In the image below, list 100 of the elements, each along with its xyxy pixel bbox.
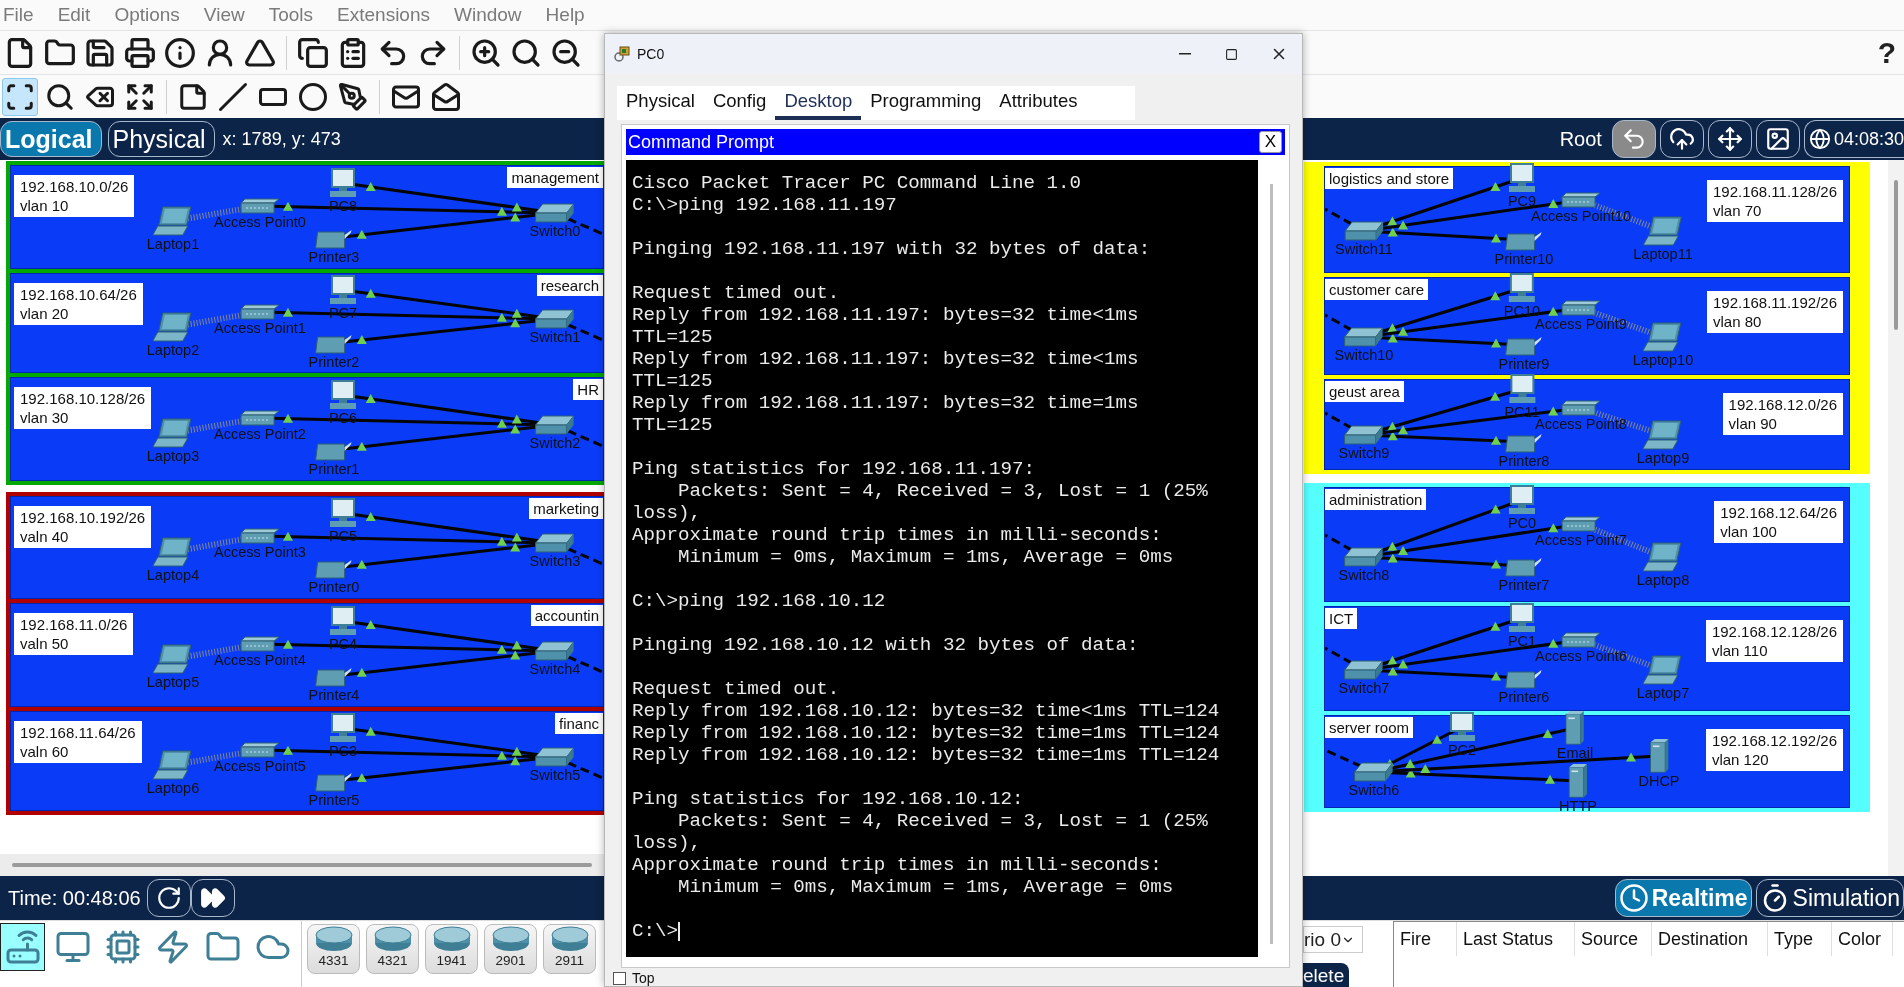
dialog-tab[interactable]: Attributes [990,86,1087,120]
model-button[interactable]: 4331 [307,924,360,974]
device-label: Switch3 [529,553,581,569]
subnet-text: 192.168.11.0/26 [20,615,128,634]
vlan-text: valn 40 [20,527,70,546]
menu-item[interactable]: Options [114,4,180,26]
device-label: Laptop7 [1636,685,1690,701]
subnet-text: 192.168.12.0/26 [1728,395,1837,414]
subnet-text: 192.168.11.128/26 [1713,182,1837,201]
model-button[interactable]: 4321 [366,924,419,974]
menu-item[interactable]: View [203,4,245,26]
time-label: Time: 00:48:06 [8,886,141,910]
device-label: Laptop8 [1636,572,1690,588]
mode-tab[interactable]: Realtime [1614,879,1752,917]
console-line: TTL=125 [632,414,714,436]
device-label: Laptop10 [1632,352,1694,368]
vlan-text: vlan 100 [1720,522,1778,541]
table-header-cell: Destination [1652,922,1768,956]
table-header-cell: Color [1832,922,1893,956]
device-label: Switch11 [1335,241,1393,257]
console-line: Ping statistics for 192.168.10.12: [632,788,1025,810]
console-line: Reply from 192.168.11.197: bytes=32 time<1ms [632,348,1140,370]
device-label: Switch5 [529,767,581,783]
device-label: Switch2 [529,435,581,451]
menu-item[interactable]: Tools [268,4,314,26]
menu-item[interactable]: Help [545,4,585,26]
device-label: Printer3 [308,249,360,265]
view-tab[interactable]: Physical [107,121,215,157]
menu-item[interactable]: Window [454,4,522,26]
view-tab[interactable]: Logical [0,121,102,157]
device-label: Access Point2 [214,426,306,442]
delete-button[interactable]: elete [1303,963,1349,987]
console-line: Request timed out. [632,678,841,700]
device-label: Access Point7 [1535,532,1627,548]
console-line: Reply from 192.168.10.12: bytes=32 time<1ms TTL=124 [632,700,1221,722]
mode-tab[interactable]: Simulation [1755,879,1904,917]
zone-label: financ [554,713,603,734]
device-label: Laptop6 [146,780,200,796]
subnet-text: 192.168.10.64/26 [20,285,137,304]
device-label: Access Point3 [214,544,306,560]
model-button[interactable]: 2911 [543,924,596,974]
device-label: Printer5 [308,792,360,808]
device-label: PC6 [328,410,358,426]
vlan-text: valn 60 [20,742,70,761]
device-label: Access Point1 [214,320,306,336]
console-line: Approximate round trip times in milli-seconds: [632,524,1163,546]
zone-label: marketing [529,498,603,519]
subnet-text: 192.168.10.192/26 [20,508,146,527]
dialog-tab[interactable]: Config [703,86,776,120]
device-label: Access Point6 [1535,648,1627,664]
device-label: DHCP [1638,773,1680,789]
close-button[interactable]: X [1258,131,1282,153]
vlan-text: vlan 20 [20,304,70,323]
zone-label: management [507,167,603,188]
device-label: Laptop9 [1636,450,1690,466]
dialog-tab[interactable]: Physical [617,86,704,120]
menu-item[interactable]: Extensions [337,4,430,26]
device-label: PC7 [328,305,358,321]
menu-item[interactable]: Edit [57,4,91,26]
console-line: Reply from 192.168.11.197: bytes=32 time=1ms [632,392,1140,414]
dialog-tab[interactable]: Programming [861,86,991,120]
device-label: Laptop4 [146,567,200,583]
device-label: Laptop3 [146,448,200,464]
subnet-text: 192.168.12.64/26 [1720,503,1837,522]
vlan-text: vlan 30 [20,408,70,427]
device-label: PC8 [328,198,358,214]
device-label: PC1 [1507,633,1537,649]
model-button[interactable]: 2901 [484,924,537,974]
device-label: Printer10 [1494,251,1554,267]
menu-item[interactable]: File [3,4,34,26]
device-label: Email [1556,745,1594,761]
device-label: PC10 [1503,303,1541,319]
console-line: Approximate round trip times in milli-seconds: [632,854,1163,876]
model-button[interactable]: 1941 [425,924,478,974]
console-line: loss), [632,832,703,854]
dialog-tab[interactable]: Desktop [775,86,862,120]
device-label: Switch8 [1338,567,1390,583]
device-label: Switch9 [1338,445,1390,461]
subnet-text: 192.168.11.192/26 [1713,293,1837,312]
console-line: Packets: Sent = 4, Received = 3, Lost = 1 (25% [677,480,1209,502]
zone-label: customer care [1325,279,1429,300]
zone-label: accountin [530,605,603,626]
subnet-text: 192.168.12.128/26 [1711,622,1837,641]
console-line: C:\>ping 192.168.11.197 [632,194,898,216]
device-label: Printer1 [308,461,360,477]
zone-label: research [536,275,603,296]
table-header-cell: Type [1768,922,1832,956]
root-label: Root [1559,127,1602,151]
device-label: Printer8 [1498,453,1550,469]
subnet-text: 192.168.10.128/26 [20,389,146,408]
device-label: Switch7 [1338,680,1390,696]
checkbox-label: Top [632,970,655,986]
console-line: Packets: Sent = 4, Received = 3, Lost = 1 (25% [677,810,1209,832]
help-button[interactable]: ? [1877,35,1896,70]
scenario-dropdown[interactable]: rio 0 [1303,926,1363,954]
device-label: Access Point10 [1531,208,1631,224]
subnet-text: 192.168.10.0/26 [20,177,129,196]
clock-button[interactable]: 04:08:30 [1803,120,1904,158]
device-label: Switch0 [529,223,581,239]
device-label: Switch1 [529,329,581,345]
